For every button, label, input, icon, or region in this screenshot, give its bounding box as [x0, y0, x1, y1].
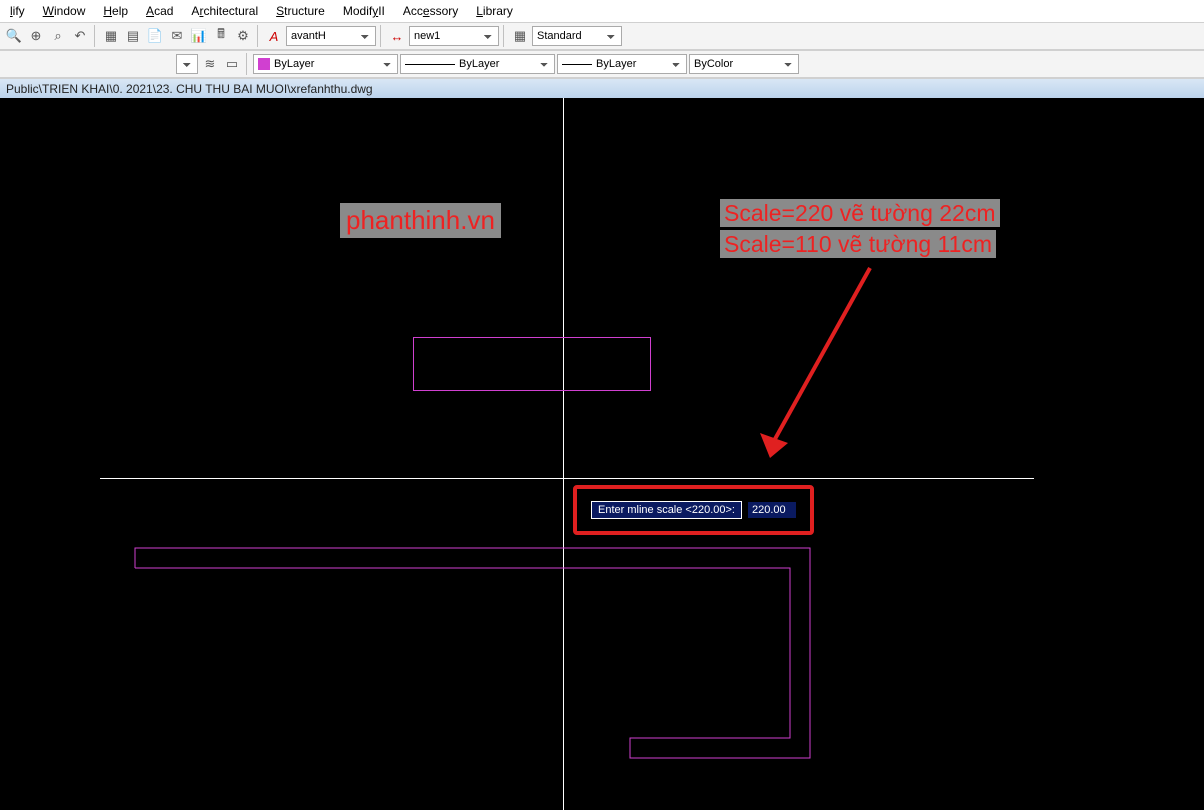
linetype-label: ByLayer [459, 58, 499, 70]
separator [503, 25, 506, 47]
layerfilter-select[interactable] [176, 54, 198, 74]
annotation-text: Scale=220 vẽ tường 22cm Scale=110 vẽ tườ… [720, 198, 1000, 260]
layer-label: ByLayer [274, 58, 314, 70]
menu-acad[interactable]: Acad [140, 2, 179, 20]
layerstate-icon[interactable]: ▭ [222, 54, 242, 74]
dimstyle-select[interactable]: new1 [409, 26, 499, 46]
textstyle-select[interactable]: avantH [286, 26, 376, 46]
menu-library[interactable]: Library [470, 2, 519, 20]
menu-architectural[interactable]: Architectural [185, 2, 264, 20]
document-titlebar: Public\TRIEN KHAI\0. 2021\23. CHU THU BA… [0, 78, 1204, 98]
color-swatch-icon [258, 58, 270, 70]
layers-icon[interactable]: ≋ [200, 54, 220, 74]
separator [246, 53, 249, 75]
menu-structure[interactable]: Structure [270, 2, 331, 20]
grid-icon[interactable]: ▦ [101, 26, 121, 46]
layercolor-select[interactable]: ByLayer [253, 54, 398, 74]
zoom-in-icon[interactable]: ⊕ [26, 26, 46, 46]
command-prompt-box: Enter mline scale <220.00>: [573, 485, 814, 535]
separator [380, 25, 383, 47]
menu-lify[interactable]: lify [4, 2, 31, 20]
mail-icon[interactable]: ✉ [167, 26, 187, 46]
command-prompt-input[interactable] [748, 502, 792, 518]
toolbar-2: ≋ ▭ ByLayer ByLayer ByLayer ByColor [0, 50, 1204, 78]
settings-icon[interactable]: ⚙ [233, 26, 253, 46]
lineweight-select[interactable]: ByLayer [557, 54, 687, 74]
menu-accessory[interactable]: Accessory [397, 2, 464, 20]
annotation-line-2: Scale=110 vẽ tường 11cm [720, 230, 996, 258]
tablestyle-icon[interactable]: ▦ [510, 26, 530, 46]
line-swatch-icon [405, 64, 455, 65]
menu-bar: lify Window Help Acad Architectural Stru… [0, 0, 1204, 22]
lineweight-label: ByLayer [596, 58, 636, 70]
line-swatch-icon [562, 64, 592, 65]
chart-icon[interactable]: 📊 [189, 26, 209, 46]
menu-window[interactable]: Window [37, 2, 92, 20]
menu-modify2[interactable]: ModifyII [337, 2, 391, 20]
annotation-line-1: Scale=220 vẽ tường 22cm [720, 199, 1000, 227]
linetype-select[interactable]: ByLayer [400, 54, 555, 74]
dim-style-icon[interactable]: ↔ [387, 26, 407, 46]
plotcolor-select[interactable]: ByColor [689, 54, 799, 74]
zoom-realtime-icon[interactable]: 🔍 [4, 26, 24, 46]
command-prompt-label: Enter mline scale <220.00>: [591, 501, 742, 519]
separator [257, 25, 260, 47]
separator [94, 25, 97, 47]
watermark-text: phanthinh.vn [340, 203, 501, 238]
calc-icon[interactable]: 🖩 [211, 26, 231, 46]
document-path: Public\TRIEN KHAI\0. 2021\23. CHU THU BA… [6, 82, 373, 96]
zoom-previous-icon[interactable]: ↶ [70, 26, 90, 46]
sheet-icon[interactable]: 📄 [145, 26, 165, 46]
drawing-canvas[interactable]: phanthinh.vn Scale=220 vẽ tường 22cm Sca… [0, 98, 1204, 810]
table-icon[interactable]: ▤ [123, 26, 143, 46]
menu-help[interactable]: Help [97, 2, 134, 20]
text-style-icon[interactable]: A [264, 26, 284, 46]
drawing-polyline [0, 98, 1204, 810]
toolbar-1: 🔍 ⊕ ⌕ ↶ ▦ ▤ 📄 ✉ 📊 🖩 ⚙ A avantH ↔ new1 ▦ … [0, 22, 1204, 50]
zoom-window-icon[interactable]: ⌕ [48, 26, 68, 46]
tablestyle-select[interactable]: Standard [532, 26, 622, 46]
